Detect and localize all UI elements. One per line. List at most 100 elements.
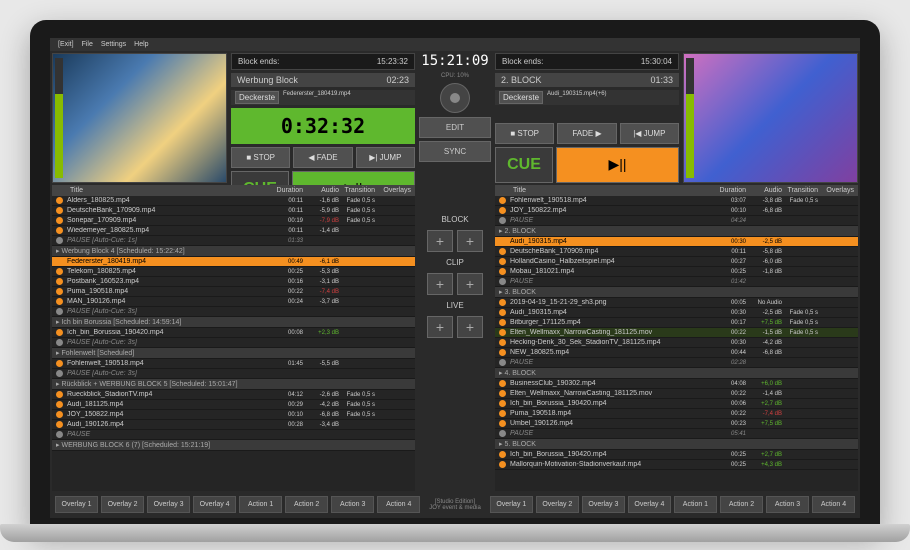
playlist-row[interactable]: Audi_181125.mp400:29-4,2 dBFade 0,5 s: [52, 400, 415, 410]
menu-exit[interactable]: [Exit]: [58, 41, 74, 48]
overlay-button-1[interactable]: Overlay 1: [55, 496, 98, 513]
playlist-row[interactable]: Hecking-Denk_30_Sek_StadionTV_181125.mp4…: [495, 338, 858, 348]
playlist-row[interactable]: JOY_150822.mp400:10-6,8 dBFade 0,5 s: [52, 410, 415, 420]
playlist-row[interactable]: PAUSE [Auto-Cue: 3s]: [52, 338, 415, 348]
playlist-row[interactable]: BusinessClub_190302.mp404:08+6,0 dB: [495, 379, 858, 389]
overlay-button-3[interactable]: Overlay 3: [582, 496, 625, 513]
playlist-row[interactable]: PAUSE [Auto-Cue: 1s]01:33: [52, 236, 415, 246]
block-header[interactable]: ▸ Fohlenwelt [Scheduled]: [52, 348, 415, 359]
playlist-row[interactable]: Rueckblick_StadionTV.mp404:12-2,6 dBFade…: [52, 390, 415, 400]
menu-settings[interactable]: Settings: [101, 41, 126, 48]
playlist-row[interactable]: Alders_180825.mp400:11-1,6 dBFade 0,5 s: [52, 196, 415, 206]
deck-b-play[interactable]: ▶||: [556, 147, 679, 183]
playlist-row[interactable]: Fohlenwelt_190518.mp403:07-3,8 dBFade 0,…: [495, 196, 858, 206]
playlist-row[interactable]: Elten_Wellmaxx_NarrowCasting_181125.mov0…: [495, 328, 858, 338]
playlist-row[interactable]: Mallorquin-Motivation-Stadionverkauf.mp4…: [495, 460, 858, 470]
preview-a[interactable]: [52, 53, 227, 183]
playlist-row[interactable]: NEW_180825.mp400:44-6,8 dB: [495, 348, 858, 358]
playlist-row[interactable]: Sonepar_170909.mp400:19-7,9 dBFade 0,5 s: [52, 216, 415, 226]
sync-button[interactable]: SYNC: [419, 141, 491, 162]
playlist-row[interactable]: Ich_bin_Borussia_190420.mp400:06+2,7 dB: [495, 399, 858, 409]
playlist-row[interactable]: Audi_190315.mp400:30-2,5 dBFade 0,5 s: [495, 308, 858, 318]
playlist-row[interactable]: Ich_bin_Borussia_190420.mp400:25+2,7 dB: [495, 450, 858, 460]
action-button-2[interactable]: Action 2: [720, 496, 763, 513]
overlay-button-2[interactable]: Overlay 2: [536, 496, 579, 513]
playlist-row[interactable]: DeutscheBank_170909.mp400:11-5,8 dB: [495, 247, 858, 257]
playlist-row[interactable]: Puma_190518.mp400:22-7,4 dB: [52, 287, 415, 297]
clip-icon: [499, 461, 506, 468]
overlay-button-2[interactable]: Overlay 2: [101, 496, 144, 513]
playlist-row[interactable]: Federerster_180419.mp400:49-6,1 dB: [52, 257, 415, 267]
add-block-a[interactable]: +: [427, 230, 453, 252]
clip-icon: [56, 207, 63, 214]
deck-b-controls: Block ends:15:30:04 2. BLOCK01:33 Decker…: [495, 53, 679, 183]
playlist-row[interactable]: HollandCasino_Halbzeitspiel.mp400:27-6,0…: [495, 257, 858, 267]
playlist-row[interactable]: PAUSE [Auto-Cue: 3s]: [52, 307, 415, 317]
deck-b-fade[interactable]: FADE ▶: [557, 123, 616, 144]
add-live-b[interactable]: +: [457, 316, 483, 338]
record-button[interactable]: [440, 83, 470, 113]
action-button-2[interactable]: Action 2: [285, 496, 328, 513]
playlist-row[interactable]: PAUSE01:42: [495, 277, 858, 287]
edit-button[interactable]: EDIT: [419, 117, 491, 138]
clip-icon: [499, 238, 506, 245]
playlist-row[interactable]: PAUSE05:41: [495, 429, 858, 439]
pause-icon: [56, 308, 63, 315]
playlist-row[interactable]: Mobau_181021.mp400:25-1,8 dB: [495, 267, 858, 277]
action-button-1[interactable]: Action 1: [674, 496, 717, 513]
block-header[interactable]: ▸ 4. BLOCK: [495, 368, 858, 379]
block-header[interactable]: ▸ Rückblick + WERBUNG BLOCK 5 [Scheduled…: [52, 379, 415, 390]
playlist-row[interactable]: 2019-04-19_15-21-29_sh3.png00:05No Audio: [495, 298, 858, 308]
deck-b-jump[interactable]: |◀ JUMP: [620, 123, 679, 144]
playlist-row[interactable]: PAUSE04:24: [495, 216, 858, 226]
action-button-3[interactable]: Action 3: [331, 496, 374, 513]
playlist-row[interactable]: Elten_Wellmaxx_NarrowCasting_181125.mov0…: [495, 389, 858, 399]
add-clip-a[interactable]: +: [427, 273, 453, 295]
deck-b-cue[interactable]: CUE: [495, 147, 553, 183]
block-header[interactable]: ▸ Werbung Block 4 [Scheduled: 15:22:42]: [52, 246, 415, 257]
playlist-row[interactable]: DeutscheBank_170909.mp400:11-5,9 dBFade …: [52, 206, 415, 216]
playlist-row[interactable]: Telekom_180825.mp400:25-5,3 dB: [52, 267, 415, 277]
action-button-4[interactable]: Action 4: [812, 496, 855, 513]
overlay-button-1[interactable]: Overlay 1: [490, 496, 533, 513]
preview-b[interactable]: [683, 53, 858, 183]
block-header[interactable]: ▸ 2. BLOCK: [495, 226, 858, 237]
add-live-a[interactable]: +: [427, 316, 453, 338]
playlist-row[interactable]: PAUSE [Auto-Cue: 3s]: [52, 369, 415, 379]
block-header[interactable]: ▸ 5. BLOCK: [495, 439, 858, 450]
playlist-row[interactable]: Postbank_160523.mp400:16-3,1 dB: [52, 277, 415, 287]
deck-b-stop[interactable]: ■ STOP: [495, 123, 554, 144]
menu-file[interactable]: File: [82, 41, 93, 48]
clip-icon: [499, 299, 506, 306]
playlist-row[interactable]: Ich_bin_Borussia_190420.mp400:08+2,3 dB: [52, 328, 415, 338]
playlist-row[interactable]: Bitburger_171125.mp400:17+7,5 dBFade 0,5…: [495, 318, 858, 328]
playlist-row[interactable]: JOY_150822.mp400:10-6,8 dB: [495, 206, 858, 216]
playlist-row[interactable]: PAUSE02:28: [495, 358, 858, 368]
block-header[interactable]: ▸ WERBUNG BLOCK 6 (7) [Scheduled: 15:21:…: [52, 440, 415, 451]
deck-a-stop[interactable]: ■ STOP: [231, 147, 290, 168]
overlay-button-4[interactable]: Overlay 4: [193, 496, 236, 513]
add-clip-b[interactable]: +: [457, 273, 483, 295]
playlist-row[interactable]: Umbel_190126.mp400:23+7,5 dB: [495, 419, 858, 429]
overlay-button-4[interactable]: Overlay 4: [628, 496, 671, 513]
playlist-row[interactable]: Wiedemeyer_180825.mp400:11-1,4 dB: [52, 226, 415, 236]
add-block-b[interactable]: +: [457, 230, 483, 252]
playlist-row[interactable]: MAN_190126.mp400:24-3,7 dB: [52, 297, 415, 307]
overlay-button-3[interactable]: Overlay 3: [147, 496, 190, 513]
playlist-row[interactable]: Audi_190126.mp400:28-3,4 dB: [52, 420, 415, 430]
playlist-row[interactable]: PAUSE: [52, 430, 415, 440]
block-header[interactable]: ▸ 3. BLOCK: [495, 287, 858, 298]
clip-icon: [499, 410, 506, 417]
pause-icon: [56, 370, 63, 377]
deck-a-title: Werbung Block: [237, 75, 298, 85]
action-button-4[interactable]: Action 4: [377, 496, 420, 513]
deck-a-fade[interactable]: ◀ FADE: [293, 147, 352, 168]
action-button-3[interactable]: Action 3: [766, 496, 809, 513]
action-button-1[interactable]: Action 1: [239, 496, 282, 513]
playlist-row[interactable]: Puma_190518.mp400:22-7,4 dB: [495, 409, 858, 419]
block-header[interactable]: ▸ Ich bin Borussia [Scheduled: 14:59:14]: [52, 317, 415, 328]
playlist-row[interactable]: Audi_190315.mp400:30-2,5 dB: [495, 237, 858, 247]
deck-a-jump[interactable]: ▶| JUMP: [356, 147, 415, 168]
menu-help[interactable]: Help: [134, 41, 148, 48]
playlist-row[interactable]: Fohlenwelt_190518.mp401:45-5,5 dB: [52, 359, 415, 369]
